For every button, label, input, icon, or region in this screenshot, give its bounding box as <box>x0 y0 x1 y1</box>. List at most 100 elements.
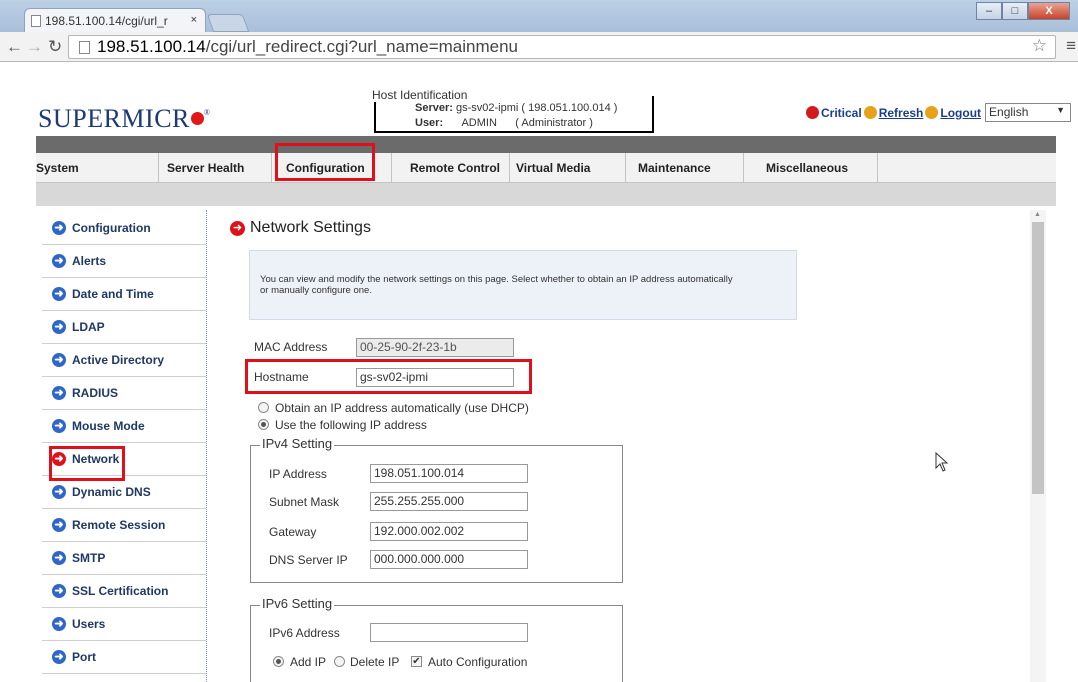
tab-miscellaneous[interactable]: Miscellaneous <box>744 153 878 183</box>
sidebar-item-ldap[interactable]: ➜ LDAP <box>42 311 206 344</box>
sidebar-item-ssl-certification[interactable]: ➜ SSL Certification <box>42 575 206 608</box>
chevron-down-icon: ▼ <box>1056 105 1066 115</box>
arrow-right-icon: ➜ <box>52 650 66 664</box>
sidebar-item-configuration[interactable]: ➜ Configuration <box>42 212 206 245</box>
arrow-right-icon: ➜ <box>52 320 66 334</box>
arrow-right-icon: ➜ <box>52 518 66 532</box>
ipv4-legend: IPv4 Setting <box>260 436 335 451</box>
auto-config-label: Auto Configuration <box>428 655 528 669</box>
sidebar-divider <box>206 210 207 682</box>
user-role: ( Administrator ) <box>515 117 593 129</box>
arrow-right-icon: ➜ <box>52 485 66 499</box>
static-ip-label: Use the following IP address <box>275 418 427 432</box>
sidebar-item-radius[interactable]: ➜ RADIUS <box>42 377 206 410</box>
tab-close-icon[interactable]: × <box>191 14 197 26</box>
sidebar-item-label: Date and Time <box>72 287 154 301</box>
new-tab-button[interactable] <box>206 14 250 32</box>
arrow-right-icon: ➜ <box>52 584 66 598</box>
refresh-link[interactable]: Refresh <box>879 106 924 120</box>
sidebar-item-label: Users <box>72 617 106 631</box>
url-path: /cgi/url_redirect.cgi?url_name=mainmenu <box>205 37 519 56</box>
tab-remote-control[interactable]: Remote Control <box>392 153 510 183</box>
logout-link[interactable]: Logout <box>940 106 981 120</box>
minimize-button[interactable]: – <box>976 2 1002 20</box>
delete-ip-label: Delete IP <box>350 655 400 669</box>
gateway-input[interactable]: 192.000.002.002 <box>370 522 528 541</box>
url-input[interactable]: 198.51.100.14/cgi/url_redirect.cgi?url_n… <box>68 35 1056 59</box>
supermicro-logo: SUPERMICR ® <box>38 104 210 134</box>
user-value: ADMIN <box>461 117 497 129</box>
tab-system[interactable]: System <box>36 153 159 183</box>
reload-icon[interactable]: ↻ <box>48 37 62 57</box>
scrollbar-thumb[interactable] <box>1032 222 1044 494</box>
sidebar-item-remote-session[interactable]: ➜ Remote Session <box>42 509 206 542</box>
tab-virtual-media[interactable]: Virtual Media <box>510 153 626 183</box>
ip-address-input[interactable]: 198.051.100.014 <box>370 464 528 483</box>
server-row: Server: gs-sv02-ipmi ( 198.051.100.014 ) <box>415 102 617 114</box>
logout-icon <box>925 106 939 119</box>
tab-maintenance[interactable]: Maintenance <box>626 153 744 183</box>
maximize-button[interactable]: □ <box>1002 2 1028 20</box>
dns-server-input[interactable]: 000.000.000.000 <box>370 550 528 569</box>
server-value: gs-sv02-ipmi ( 198.051.100.014 ) <box>455 102 618 114</box>
ipv6-address-label: IPv6 Address <box>269 626 340 640</box>
arrow-right-icon: ➜ <box>52 221 66 235</box>
nav-tabs: System Server Health Configuration Remot… <box>36 153 1056 183</box>
forward-arrow-icon[interactable]: → <box>26 37 43 57</box>
sidebar: ➜ Configuration ➜ Alerts ➜ Date and Time ➜ L… <box>42 212 206 674</box>
critical-link[interactable]: Critical <box>821 106 862 120</box>
sidebar-item-label: Configuration <box>72 221 151 235</box>
user-label: User: <box>415 117 444 129</box>
subnet-mask-input[interactable]: 255.255.255.000 <box>370 492 528 511</box>
ipv6-address-input[interactable] <box>370 623 528 642</box>
sidebar-item-label: Active Directory <box>72 353 165 367</box>
auto-config-checkbox[interactable]: ✔ <box>411 656 422 667</box>
close-window-button[interactable]: X <box>1028 2 1070 20</box>
sidebar-item-active-directory[interactable]: ➜ Active Directory <box>42 344 206 377</box>
sidebar-item-label: Dynamic DNS <box>72 485 151 499</box>
browser-tab[interactable]: 198.51.100.14/cgi/url_r × <box>24 8 206 32</box>
dhcp-label: Obtain an IP address automatically (use … <box>275 401 529 415</box>
arrow-right-icon: ➜ <box>52 551 66 565</box>
sidebar-item-date-and-time[interactable]: ➜ Date and Time <box>42 278 206 311</box>
gateway-label: Gateway <box>269 525 317 539</box>
logo-dot <box>190 112 204 125</box>
scroll-up-arrow-icon[interactable]: ▲ <box>1034 211 1041 218</box>
arrow-right-icon: ➜ <box>230 220 245 236</box>
sidebar-item-label: Alerts <box>72 254 107 268</box>
main-navbar: System Server Health Configuration Remot… <box>36 136 1056 206</box>
bookmark-star-icon[interactable]: ☆ <box>1032 36 1047 56</box>
sidebar-item-label: Remote Session <box>72 518 166 532</box>
back-arrow-icon[interactable]: ← <box>6 37 23 57</box>
sidebar-item-label: Port <box>72 650 96 664</box>
page-icon <box>79 41 90 54</box>
sidebar-item-users[interactable]: ➜ Users <box>42 608 206 641</box>
hostname-highlight <box>245 359 532 394</box>
window-controls: – □ X <box>976 2 1070 20</box>
host-identification-title: Host Identification <box>372 88 470 102</box>
sidebar-item-alerts[interactable]: ➜ Alerts <box>42 245 206 278</box>
sidebar-item-label: Mouse Mode <box>72 419 145 433</box>
add-ip-label: Add IP <box>290 655 327 669</box>
dns-server-label: DNS Server IP <box>269 553 348 567</box>
add-ip-radio[interactable] <box>273 656 284 667</box>
static-ip-radio[interactable] <box>258 419 269 430</box>
tab-server-health[interactable]: Server Health <box>159 153 272 183</box>
arrow-right-icon: ➜ <box>52 353 66 367</box>
info-line-2: or manually configure one. <box>260 285 372 296</box>
address-bar: ← → ↻ 198.51.100.14/cgi/url_redirect.cgi… <box>0 32 1078 62</box>
language-select[interactable]: English ▼ <box>985 103 1072 122</box>
tab-title: 198.51.100.14/cgi/url_r <box>45 14 168 28</box>
configuration-highlight <box>275 143 375 181</box>
dhcp-radio[interactable] <box>258 402 269 413</box>
server-label: Server: <box>415 102 453 114</box>
top-links: Critical Refresh Logout English ▼ <box>806 103 1072 122</box>
sidebar-item-label: SSL Certification <box>72 584 169 598</box>
page-icon <box>31 15 41 27</box>
browser-menu-icon[interactable]: ≡ <box>1066 36 1076 56</box>
sidebar-item-port[interactable]: ➜ Port <box>42 641 206 674</box>
delete-ip-radio[interactable] <box>334 656 345 667</box>
sidebar-item-mouse-mode[interactable]: ➜ Mouse Mode <box>42 410 206 443</box>
arrow-right-icon: ➜ <box>52 287 66 301</box>
sidebar-item-smtp[interactable]: ➜ SMTP <box>42 542 206 575</box>
